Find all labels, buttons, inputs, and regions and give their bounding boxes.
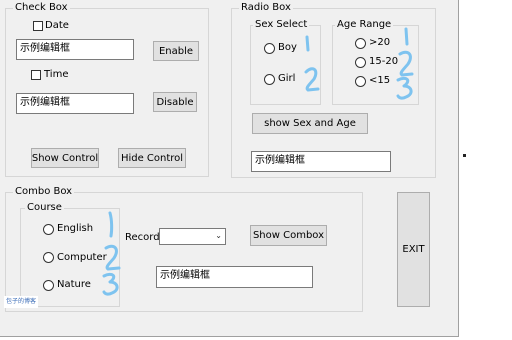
combo-textbox[interactable]: 示例编辑框 xyxy=(156,266,313,288)
date-checkbox-label: Date xyxy=(45,20,69,31)
annotation-sex-select xyxy=(304,35,320,92)
annotation-course xyxy=(102,211,121,296)
record-label: Record xyxy=(125,232,160,243)
textbox1[interactable]: 示例编辑框 xyxy=(16,39,134,60)
show-control-button[interactable]: Show Control xyxy=(31,148,99,168)
combo-box-group-title: Combo Box xyxy=(13,186,75,198)
boy-radio-label: Boy xyxy=(278,42,297,53)
watermark: 包子的博客 xyxy=(4,296,39,308)
time-checkbox[interactable] xyxy=(31,70,41,80)
show-sex-and-age-button[interactable]: show Sex and Age xyxy=(252,113,368,134)
show-combox-button[interactable]: Show Combox xyxy=(250,225,327,246)
boy-radio[interactable] xyxy=(264,43,275,54)
english-radio-label: English xyxy=(57,223,94,234)
age-15-20-radio[interactable] xyxy=(355,57,366,68)
nature-radio[interactable] xyxy=(43,280,54,291)
sex-select-title: Sex Select xyxy=(253,19,310,31)
radio-textbox[interactable]: 示例编辑框 xyxy=(251,151,391,172)
time-checkbox-label: Time xyxy=(44,69,69,80)
check-box-group-title: Check Box xyxy=(13,2,70,14)
exit-button[interactable]: EXIT xyxy=(397,192,430,307)
english-radio[interactable] xyxy=(43,224,54,235)
chevron-down-icon: ⌄ xyxy=(215,231,222,240)
record-combobox[interactable]: ⌄ xyxy=(159,228,226,245)
app-window: Check Box Date 示例编辑框 Enable Time 示例编辑框 D… xyxy=(0,0,459,337)
age-under-15-radio[interactable] xyxy=(355,76,366,87)
age-over-20-radio[interactable] xyxy=(355,38,366,49)
age-range-title: Age Range xyxy=(335,19,394,31)
girl-radio[interactable] xyxy=(264,74,275,85)
date-checkbox[interactable] xyxy=(33,21,43,31)
enable-button[interactable]: Enable xyxy=(153,41,199,61)
textbox2[interactable]: 示例编辑框 xyxy=(16,93,134,114)
disable-button[interactable]: Disable xyxy=(153,92,197,112)
nature-radio-label: Nature xyxy=(57,279,91,290)
annotation-age-range xyxy=(396,27,414,100)
girl-radio-label: Girl xyxy=(278,73,296,84)
hide-control-button[interactable]: Hide Control xyxy=(118,148,186,168)
age-over-20-label: >20 xyxy=(369,37,391,48)
course-group-title: Course xyxy=(25,202,64,214)
computer-radio[interactable] xyxy=(43,252,54,263)
radio-box-group-title: Radio Box xyxy=(239,2,293,14)
age-under-15-label: <15 xyxy=(369,75,391,86)
stray-dot xyxy=(463,154,466,157)
